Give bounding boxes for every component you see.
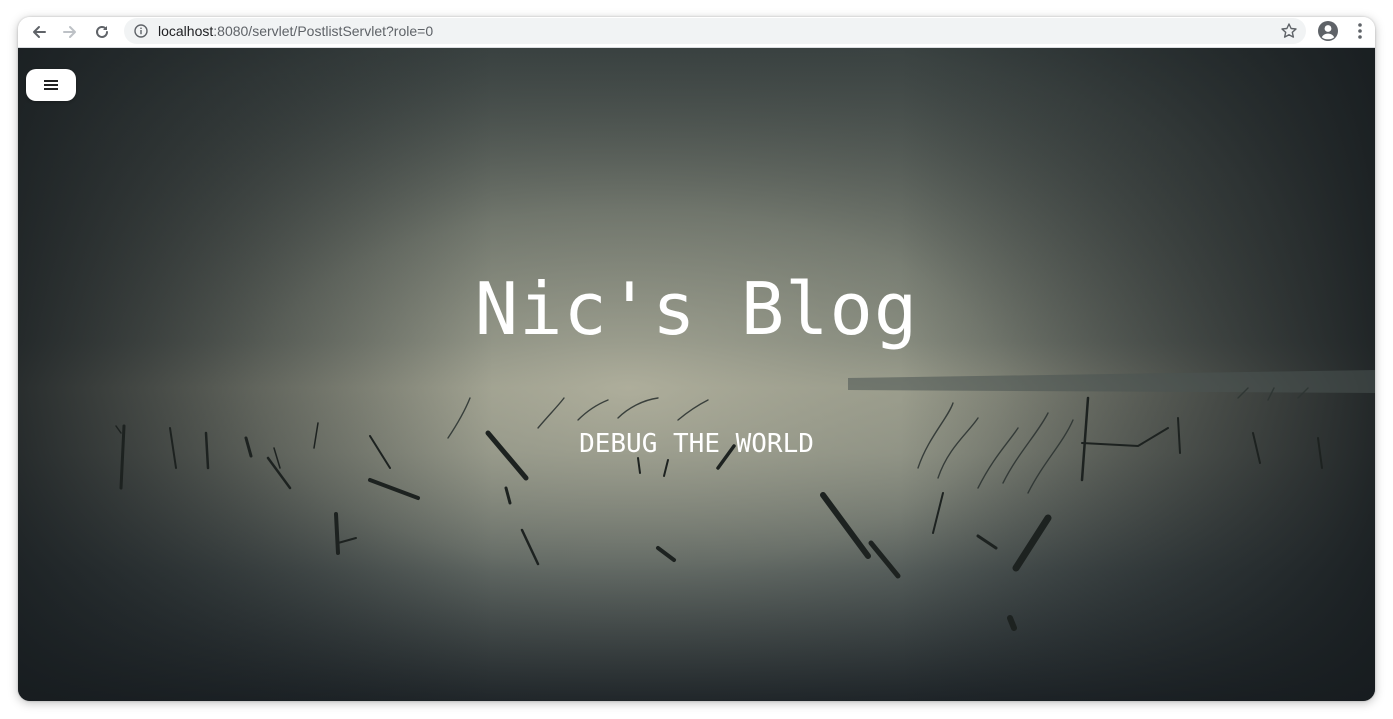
hamburger-icon <box>44 80 58 90</box>
back-button[interactable] <box>26 19 52 45</box>
back-arrow-icon <box>33 26 46 38</box>
browser-toolbar: localhost:8080/servlet/PostlistServlet?r… <box>18 17 1375 48</box>
url-text[interactable]: localhost:8080/servlet/PostlistServlet?r… <box>158 22 433 40</box>
profile-icon[interactable] <box>1317 20 1339 42</box>
page-subtitle: DEBUG THE WORLD <box>579 429 814 459</box>
hero-background-image <box>18 48 1375 701</box>
page-title: Nic's Blog <box>474 267 919 351</box>
menu-dots-icon[interactable] <box>1352 20 1368 42</box>
address-bar[interactable]: localhost:8080/servlet/PostlistServlet?r… <box>124 18 1306 44</box>
forward-button[interactable] <box>57 19 83 45</box>
star-icon[interactable] <box>1280 22 1298 40</box>
nav-menu-button[interactable] <box>26 69 76 101</box>
url-path: :8080/servlet/PostlistServlet?role=0 <box>213 23 434 39</box>
page-viewport: Nic's Blog DEBUG THE WORLD <box>18 48 1375 701</box>
browser-window: localhost:8080/servlet/PostlistServlet?r… <box>18 17 1375 701</box>
reload-icon <box>96 25 108 38</box>
info-icon[interactable] <box>134 24 148 38</box>
forward-arrow-icon <box>63 26 76 38</box>
url-host: localhost <box>158 23 214 39</box>
reload-button[interactable] <box>89 19 115 45</box>
